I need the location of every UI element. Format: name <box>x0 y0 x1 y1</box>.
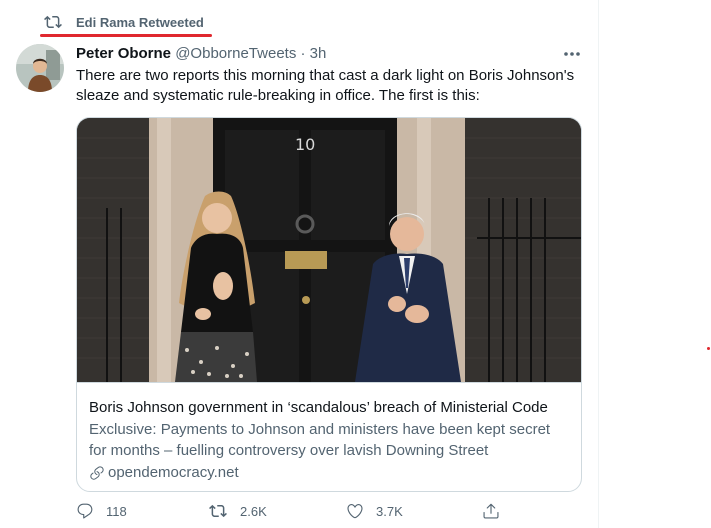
more-options-icon[interactable] <box>562 44 582 64</box>
reply-count: 118 <box>106 503 127 519</box>
link-icon <box>90 466 104 480</box>
card-domain-text[interactable]: opendemocracy.net <box>108 463 239 483</box>
reply-icon <box>77 503 93 519</box>
share-button[interactable] <box>482 502 512 520</box>
heart-icon <box>347 504 363 519</box>
red-underline-annotation <box>40 34 212 37</box>
card-domain[interactable]: opendemocracy.net <box>89 463 239 483</box>
retweet-action-icon <box>209 504 227 518</box>
like-button[interactable]: 3.7K <box>346 502 403 520</box>
retweet-context: Edi Rama Retweeted <box>42 12 204 32</box>
tweet-header: Peter Oborne @ObborneTweets · 3h <box>76 45 326 63</box>
card-image: 10 <box>77 118 581 382</box>
card-description: Exclusive: Payments to Johnson and minis… <box>89 421 551 459</box>
tweet[interactable]: Edi Rama Retweeted Peter Oborne @Obborne… <box>0 0 599 528</box>
retweet-label[interactable]: Edi Rama Retweeted <box>76 15 204 30</box>
avatar-image <box>16 44 64 92</box>
author-handle[interactable]: @ObborneTweets <box>175 45 296 62</box>
avatar[interactable] <box>16 44 64 92</box>
tweet-time[interactable]: 3h <box>310 45 327 62</box>
action-bar: 118 2.6K 3.7K <box>76 502 506 526</box>
retweet-count: 2.6K <box>240 503 267 519</box>
reply-button[interactable]: 118 <box>76 502 127 520</box>
card-title[interactable]: Boris Johnson government in ‘scandalous’… <box>89 398 569 418</box>
red-dot-mark <box>707 347 710 350</box>
like-count: 3.7K <box>376 503 403 519</box>
card-info[interactable]: Boris Johnson government in ‘scandalous’… <box>77 382 581 491</box>
author-name[interactable]: Peter Oborne <box>76 45 171 62</box>
separator-dot: · <box>300 45 306 62</box>
retweet-button[interactable]: 2.6K <box>208 502 267 520</box>
link-card[interactable]: 10 Boris Johnson government in ‘scandalo… <box>76 117 582 492</box>
door-number: 10 <box>295 135 315 154</box>
share-icon <box>483 503 499 519</box>
retweet-icon <box>44 15 62 29</box>
tweet-text: There are two reports this morning that … <box>76 67 575 104</box>
